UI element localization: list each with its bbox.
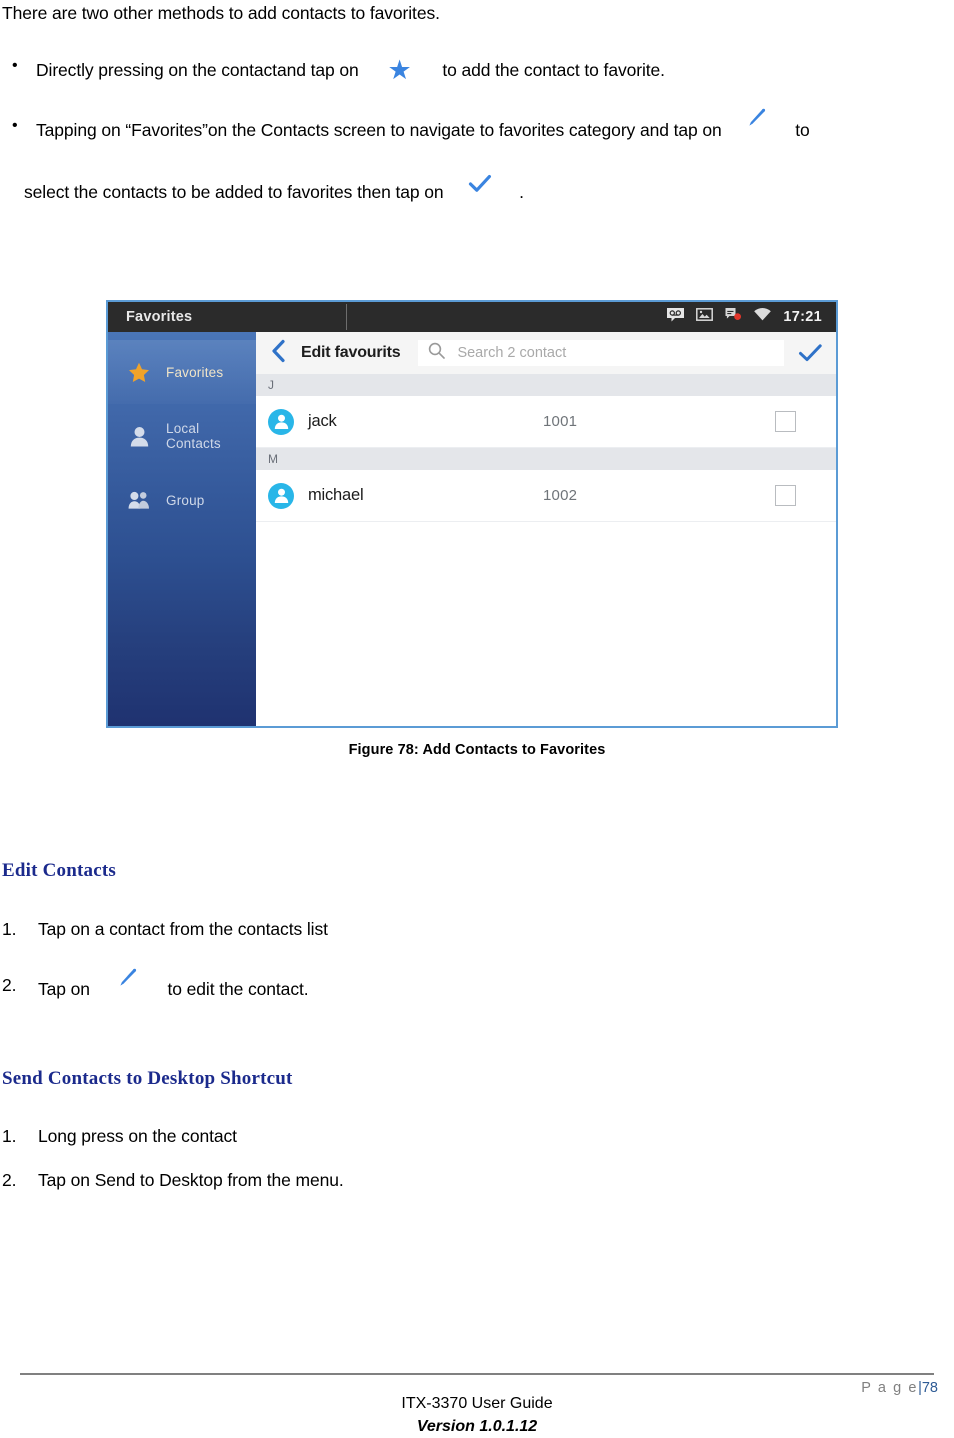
avatar [268, 408, 294, 435]
step-content: Tap on to edit the contact. [38, 968, 309, 1001]
edit-favourites-toolbar: Edit favourits Search 2 contact [256, 332, 836, 374]
phone-main-panel: Edit favourits Search 2 contact J jack 1… [256, 332, 836, 726]
phone-screen-title: Favorites [126, 309, 193, 325]
search-placeholder-text: Search 2 contact [457, 345, 567, 361]
search-input[interactable]: Search 2 contact [418, 340, 784, 366]
bullet-2-continuation-content: select the contacts to be added to favor… [24, 175, 524, 204]
avatar [268, 482, 294, 509]
step-text: Tap on Send to Desktop from the menu. [38, 1170, 344, 1190]
sidebar-item-group[interactable]: Group [108, 468, 256, 532]
step-number: 1. [2, 1126, 17, 1146]
contact-list: J jack 1001 M michael 1002 [256, 374, 836, 726]
bullet-item-2: • Tapping on “Favorites”on the Contacts … [0, 108, 950, 142]
bullet-2-cont-text-after: . [519, 182, 524, 202]
sidebar-item-local-contacts-label: Local Contacts [166, 421, 221, 451]
search-icon [428, 342, 446, 364]
step-number: 2. [2, 1170, 17, 1190]
sidebar-item-favorites[interactable]: Favorites [108, 340, 256, 404]
status-bar-clock: 17:21 [783, 309, 822, 325]
contact-name: michael [308, 486, 364, 504]
footer-center-block: ITX-3370 User Guide Version 1.0.1.12 [0, 1392, 954, 1438]
phone-status-bar: Favorites 17:21 [108, 302, 836, 332]
section-header-letter: M [256, 448, 836, 470]
contact-number: 1002 [543, 487, 578, 504]
step-text: Tap on a contact from the contacts list [38, 919, 328, 939]
bullet-marker: • [12, 57, 18, 74]
bullet-2-text-after: to [795, 120, 810, 140]
pencil-icon [746, 108, 766, 130]
group-icon [128, 490, 150, 510]
sidebar-item-local-contacts[interactable]: Local Contacts [108, 404, 256, 468]
step-send-desktop-1: 1. Long press on the contact [0, 1124, 900, 1148]
star-icon [128, 362, 150, 383]
bullet-2-cont-text-before: select the contacts to be added to favor… [24, 182, 444, 202]
sidebar-item-group-label: Group [166, 492, 205, 508]
star-icon: ★ [387, 55, 412, 85]
phone-side-nav: Favorites Local Contacts Group [108, 332, 256, 726]
step-edit-contacts-2: 2. Tap on to edit the contact. [0, 968, 900, 1001]
document-page: There are two other methods to add conta… [0, 0, 954, 1438]
bullet-item-1: • Directly pressing on the contactand ta… [0, 54, 940, 85]
step-text-after: to edit the contact. [167, 979, 309, 999]
footer-guide-title: ITX-3370 User Guide [401, 1395, 553, 1412]
step-text: Long press on the contact [38, 1126, 237, 1146]
phone-screen: Favorites 17:21 Favorites Local Contacts… [108, 302, 836, 726]
bullet-item-2-continuation: select the contacts to be added to favor… [24, 175, 944, 204]
heading-edit-contacts: Edit Contacts [2, 860, 116, 881]
bullet-2-text-before: Tapping on “Favorites”on the Contacts sc… [36, 120, 722, 140]
contact-number: 1001 [543, 413, 578, 430]
back-chevron-icon[interactable] [270, 339, 287, 368]
status-bar-icons: 17:21 [666, 307, 822, 327]
footer-divider [20, 1373, 934, 1375]
status-bar-divider [346, 304, 347, 330]
bullet-2-content: Tapping on “Favorites”on the Contacts sc… [36, 108, 810, 142]
wifi-icon [753, 307, 772, 327]
voicemail-icon [666, 307, 685, 327]
step-number: 1. [2, 919, 17, 939]
table-row[interactable]: michael 1002 [256, 470, 836, 522]
confirm-selection-button[interactable] [784, 343, 836, 363]
step-edit-contacts-1: 1. Tap on a contact from the contacts li… [0, 917, 900, 941]
section-header-letter: J [256, 374, 836, 396]
bullet-1-content: Directly pressing on the contactand tap … [36, 54, 665, 85]
figure-caption: Figure 78: Add Contacts to Favorites [348, 742, 606, 758]
table-row[interactable]: jack 1001 [256, 396, 836, 448]
pencil-icon [117, 968, 137, 990]
bullet-marker: • [12, 117, 18, 134]
step-number: 2. [2, 975, 17, 995]
missed-call-icon [724, 307, 742, 327]
figure-screenshot-frame: Favorites 17:21 Favorites Local Contacts… [106, 300, 838, 728]
intro-paragraph: There are two other methods to add conta… [2, 3, 440, 23]
sidebar-item-favorites-label: Favorites [166, 364, 224, 380]
step-text-before: Tap on [38, 979, 90, 999]
contact-name: jack [308, 412, 337, 430]
bullet-1-text-before: Directly pressing on the contactand tap … [36, 60, 359, 80]
contact-checkbox[interactable] [775, 411, 796, 432]
heading-send-contacts-to-desktop: Send Contacts to Desktop Shortcut [2, 1068, 293, 1089]
contact-list-empty-area [256, 522, 836, 726]
step-send-desktop-2: 2. Tap on Send to Desktop from the menu. [0, 1168, 900, 1192]
phone-body: Favorites Local Contacts Group Edit favo… [108, 332, 836, 726]
contact-checkbox[interactable] [775, 485, 796, 506]
screenshot-icon [696, 307, 714, 327]
check-icon [468, 174, 492, 199]
bullet-1-text-after: to add the contact to favorite. [442, 60, 665, 80]
toolbar-title: Edit favourits [301, 344, 401, 361]
person-icon [128, 426, 150, 447]
footer-version: Version 1.0.1.12 [416, 1418, 538, 1435]
